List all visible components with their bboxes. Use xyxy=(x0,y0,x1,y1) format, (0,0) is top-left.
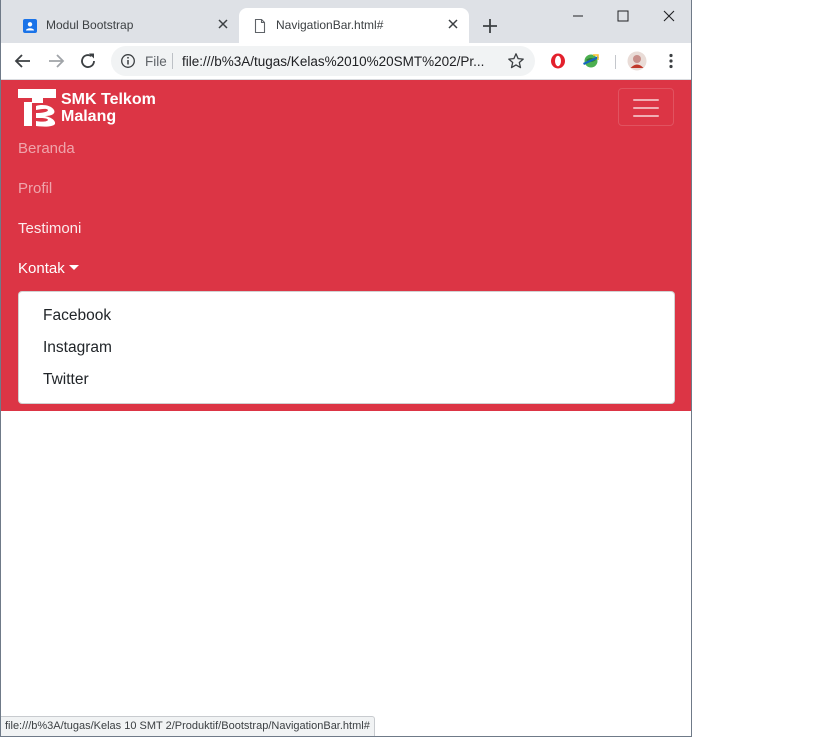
opera-extension-icon[interactable] xyxy=(549,52,567,70)
menu-dots-icon[interactable] xyxy=(661,51,681,71)
maximize-icon[interactable] xyxy=(613,6,633,26)
url-text[interactable]: file:///b%3A/tugas/Kelas%2010%20SMT%202/… xyxy=(182,54,500,69)
forward-arrow-icon[interactable] xyxy=(46,51,66,71)
nav-link-profil[interactable]: Profil xyxy=(18,180,52,197)
url-scheme-label: File xyxy=(145,54,167,69)
hamburger-icon-bar xyxy=(633,107,659,109)
close-tab-icon[interactable] xyxy=(445,16,461,32)
browser-toolbar: File file:///b%3A/tugas/Kelas%2010%20SMT… xyxy=(1,43,691,80)
brand-name-line1: SMK Telkom xyxy=(61,91,156,108)
classroom-icon xyxy=(23,19,37,33)
bookmark-star-icon[interactable] xyxy=(507,52,525,70)
hamburger-icon-bar xyxy=(633,115,659,117)
window-close-icon[interactable] xyxy=(659,6,679,26)
nav-link-testimoni[interactable]: Testimoni xyxy=(18,220,81,237)
document-icon xyxy=(254,19,266,33)
browser-window: Modul Bootstrap NavigationBar.html# File… xyxy=(0,0,692,737)
nav-link-kontak-label: Kontak xyxy=(18,260,65,277)
navbar-toggler-button[interactable] xyxy=(618,88,674,126)
close-tab-icon[interactable] xyxy=(215,16,231,32)
address-divider xyxy=(172,53,173,69)
tab-modul-bootstrap[interactable]: Modul Bootstrap xyxy=(9,8,239,43)
tab-title: NavigationBar.html# xyxy=(276,18,384,32)
minimize-icon[interactable] xyxy=(568,6,588,26)
dropdown-item-facebook[interactable]: Facebook xyxy=(43,307,111,325)
brand-name-line2: Malang xyxy=(61,108,117,125)
profile-avatar[interactable] xyxy=(627,51,647,71)
navbar-brand[interactable]: SMK Telkom Malang xyxy=(18,89,168,129)
caret-down-icon xyxy=(68,265,79,270)
new-tab-icon[interactable] xyxy=(481,17,499,35)
back-arrow-icon[interactable] xyxy=(13,51,33,71)
status-url-bubble: file:///b%3A/tugas/Kelas 10 SMT 2/Produk… xyxy=(1,716,375,736)
info-icon[interactable] xyxy=(120,53,136,69)
telkom-logo-icon xyxy=(18,89,56,127)
tab-title: Modul Bootstrap xyxy=(46,18,134,32)
kontak-dropdown-menu: Facebook Instagram Twitter xyxy=(18,291,675,404)
toolbar-divider xyxy=(615,55,616,69)
address-bar[interactable]: File file:///b%3A/tugas/Kelas%2010%20SMT… xyxy=(111,46,535,76)
reload-icon[interactable] xyxy=(78,51,98,71)
tab-strip: Modul Bootstrap NavigationBar.html# xyxy=(1,0,691,43)
nav-link-beranda[interactable]: Beranda xyxy=(18,140,75,157)
tab-navigationbar[interactable]: NavigationBar.html# xyxy=(239,8,469,43)
globe-extension-icon[interactable] xyxy=(582,52,600,70)
navbar: SMK Telkom Malang Beranda Profil Testimo… xyxy=(1,80,691,411)
dropdown-item-twitter[interactable]: Twitter xyxy=(43,371,89,389)
hamburger-icon-bar xyxy=(633,99,659,101)
nav-dropdown-kontak[interactable]: Kontak xyxy=(18,260,79,277)
dropdown-item-instagram[interactable]: Instagram xyxy=(43,339,112,357)
